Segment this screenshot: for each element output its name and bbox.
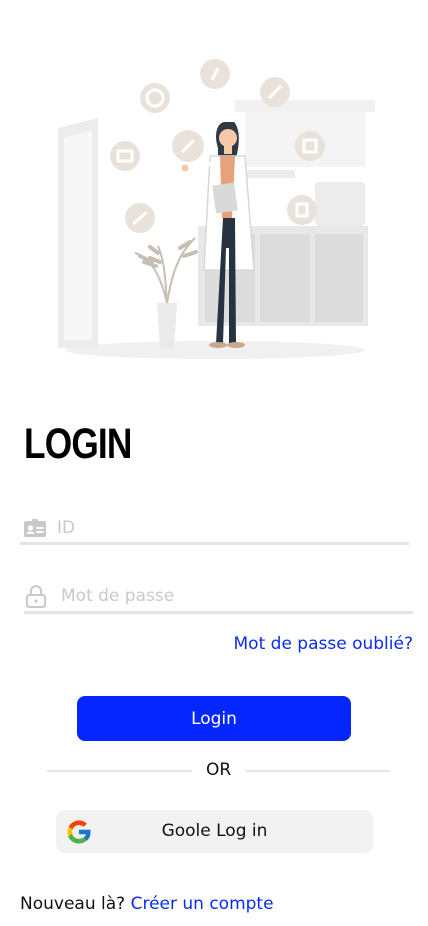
forgot-password-link[interactable]: Mot de passe oublié? — [234, 634, 413, 654]
signup-prompt-text: Nouveau là? — [20, 894, 126, 914]
password-field-underline — [24, 611, 413, 614]
google-login-label: Goole Log in — [161, 821, 268, 841]
lock-icon — [26, 585, 46, 608]
login-button[interactable]: Login — [77, 696, 351, 741]
create-account-link[interactable]: Créer un compte — [131, 894, 274, 914]
google-login-button[interactable]: Goole Log in — [56, 810, 373, 853]
id-placeholder: ID — [57, 518, 76, 538]
password-field[interactable]: Mot de passe — [26, 582, 410, 610]
divider-line-right — [245, 770, 390, 772]
divider-line-left — [47, 770, 192, 772]
mirror — [58, 118, 98, 348]
signup-prompt: Nouveau là? Créer un compte — [20, 894, 274, 914]
id-card-icon — [24, 519, 46, 537]
page-title: LOGIN — [24, 420, 132, 468]
divider-or-label: OR — [206, 760, 232, 780]
id-field[interactable]: ID — [24, 514, 408, 542]
hero-illustration — [58, 59, 375, 359]
password-placeholder: Mot de passe — [61, 586, 175, 606]
id-field-underline — [20, 542, 409, 545]
plant — [134, 237, 198, 348]
